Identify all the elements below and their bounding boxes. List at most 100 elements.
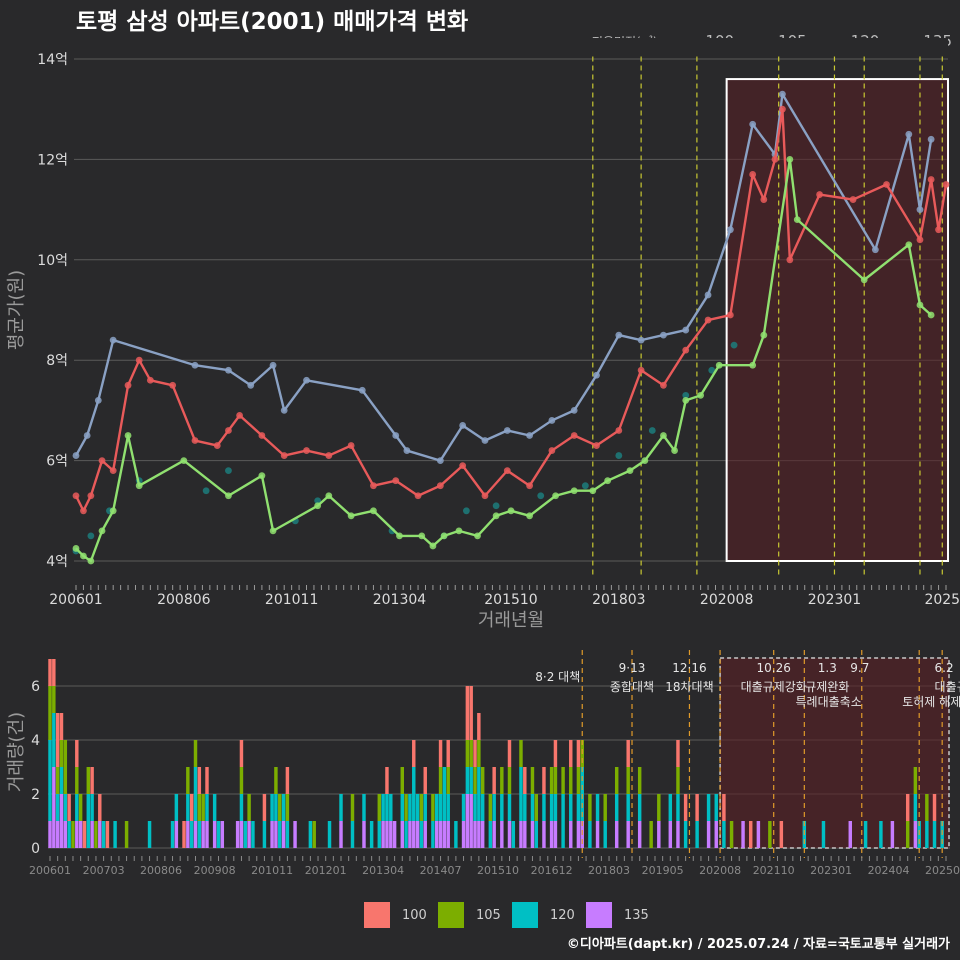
point-105	[507, 507, 515, 515]
bar-segment-100	[423, 767, 427, 794]
point-135	[303, 376, 310, 384]
bar-segment-120	[549, 794, 554, 821]
bar-x-tick-label: 200703	[83, 864, 125, 877]
bar-segment-135	[63, 821, 68, 848]
point-105	[418, 532, 426, 540]
point-100	[615, 452, 623, 459]
bar-segment-120	[59, 767, 64, 794]
bar-segment-120	[251, 821, 255, 848]
bar-segment-135	[542, 821, 546, 848]
bar-legend-swatch-135	[586, 902, 612, 928]
bar-segment-135	[293, 821, 297, 848]
bar-segment-120	[281, 794, 286, 821]
point-135	[704, 291, 712, 299]
bar-segment-120	[415, 794, 420, 821]
policy-label: 1.3	[818, 661, 837, 675]
bar-segment-100	[477, 713, 481, 740]
bar-segment-100	[542, 767, 546, 794]
point-105	[905, 241, 913, 249]
bar-segment-120	[435, 794, 439, 821]
bar-segment-105	[247, 794, 251, 821]
point-100	[648, 427, 656, 434]
point-120	[704, 316, 712, 324]
point-135	[726, 226, 734, 234]
point-120	[135, 356, 143, 364]
y-tick-label: 14억	[37, 52, 68, 68]
bar-segment-105	[377, 794, 382, 821]
point-105	[396, 532, 403, 540]
bar-segment-135	[595, 821, 600, 848]
bar-segment-135	[389, 821, 393, 848]
bar-segment-120	[446, 794, 450, 821]
bar-segment-120	[339, 794, 343, 821]
point-120	[503, 467, 511, 475]
bar-segment-120	[438, 794, 443, 821]
point-120	[927, 176, 935, 183]
point-120	[414, 492, 422, 500]
y-axis-label: 평균가(원)	[6, 270, 27, 350]
point-120	[816, 191, 823, 198]
bar-segment-105	[438, 767, 443, 794]
bar-x-tick-label: 201011	[251, 864, 293, 877]
bar-segment-120	[113, 821, 117, 848]
bar-segment-135	[668, 821, 673, 848]
bar-segment-120	[932, 821, 937, 848]
bar-segment-105	[588, 794, 592, 821]
point-105	[626, 467, 634, 475]
point-120	[347, 442, 355, 449]
bar-segment-120	[553, 794, 558, 821]
bar-segment-135	[473, 821, 477, 848]
bar-segment-105	[404, 794, 408, 821]
bar-segment-135	[913, 821, 918, 848]
bar-segment-120	[381, 794, 385, 821]
point-105	[440, 532, 448, 540]
bar-segment-120	[722, 821, 726, 848]
bar-segment-135	[500, 821, 504, 848]
bar-segment-100	[626, 740, 630, 767]
bar-segment-135	[438, 821, 443, 848]
bar-legend-item-105: 105	[438, 902, 512, 928]
point-135	[225, 366, 232, 374]
point-105	[570, 487, 578, 495]
bar-segment-135	[519, 821, 523, 848]
bar-segment-105	[59, 740, 64, 767]
bar-segment-135	[59, 794, 64, 848]
point-120	[459, 462, 467, 470]
bar-segment-120	[385, 794, 389, 821]
bar-segment-100	[465, 686, 470, 740]
point-135	[927, 135, 935, 143]
point-100	[492, 502, 500, 510]
bar-segment-120	[542, 794, 546, 821]
bar-segment-120	[212, 794, 217, 821]
bar-segment-105	[729, 821, 734, 848]
x-tick-label: 2025	[924, 592, 960, 608]
bar-segment-135	[530, 821, 535, 848]
policy-label: 규제완화	[805, 680, 849, 694]
point-105	[492, 512, 500, 520]
point-105	[80, 552, 87, 560]
point-120	[786, 256, 794, 264]
bar-segment-120	[530, 794, 535, 821]
bar-segment-135	[201, 821, 205, 848]
bar-segment-135	[576, 821, 581, 848]
point-120	[436, 482, 444, 490]
bar-segment-120	[714, 794, 718, 821]
point-105	[526, 512, 533, 520]
bar-segment-105	[78, 794, 83, 821]
bar-segment-100	[59, 713, 64, 740]
bar-segment-120	[101, 821, 106, 848]
bar-segment-120	[408, 794, 412, 821]
point-135	[682, 326, 690, 334]
point-120	[98, 457, 106, 464]
policy-label: 10.26	[757, 661, 791, 675]
bar-segment-120	[500, 794, 504, 821]
bar-segment-100	[90, 767, 94, 794]
bar-x-tick-label: 201201	[305, 864, 347, 877]
bar-segment-135	[408, 821, 412, 848]
point-135	[358, 386, 366, 394]
bar-segment-100	[473, 740, 477, 767]
bar-segment-120	[423, 794, 427, 821]
bar-x-tick-label: 202110	[753, 864, 795, 877]
point-105	[749, 361, 757, 369]
point-135	[403, 447, 411, 454]
